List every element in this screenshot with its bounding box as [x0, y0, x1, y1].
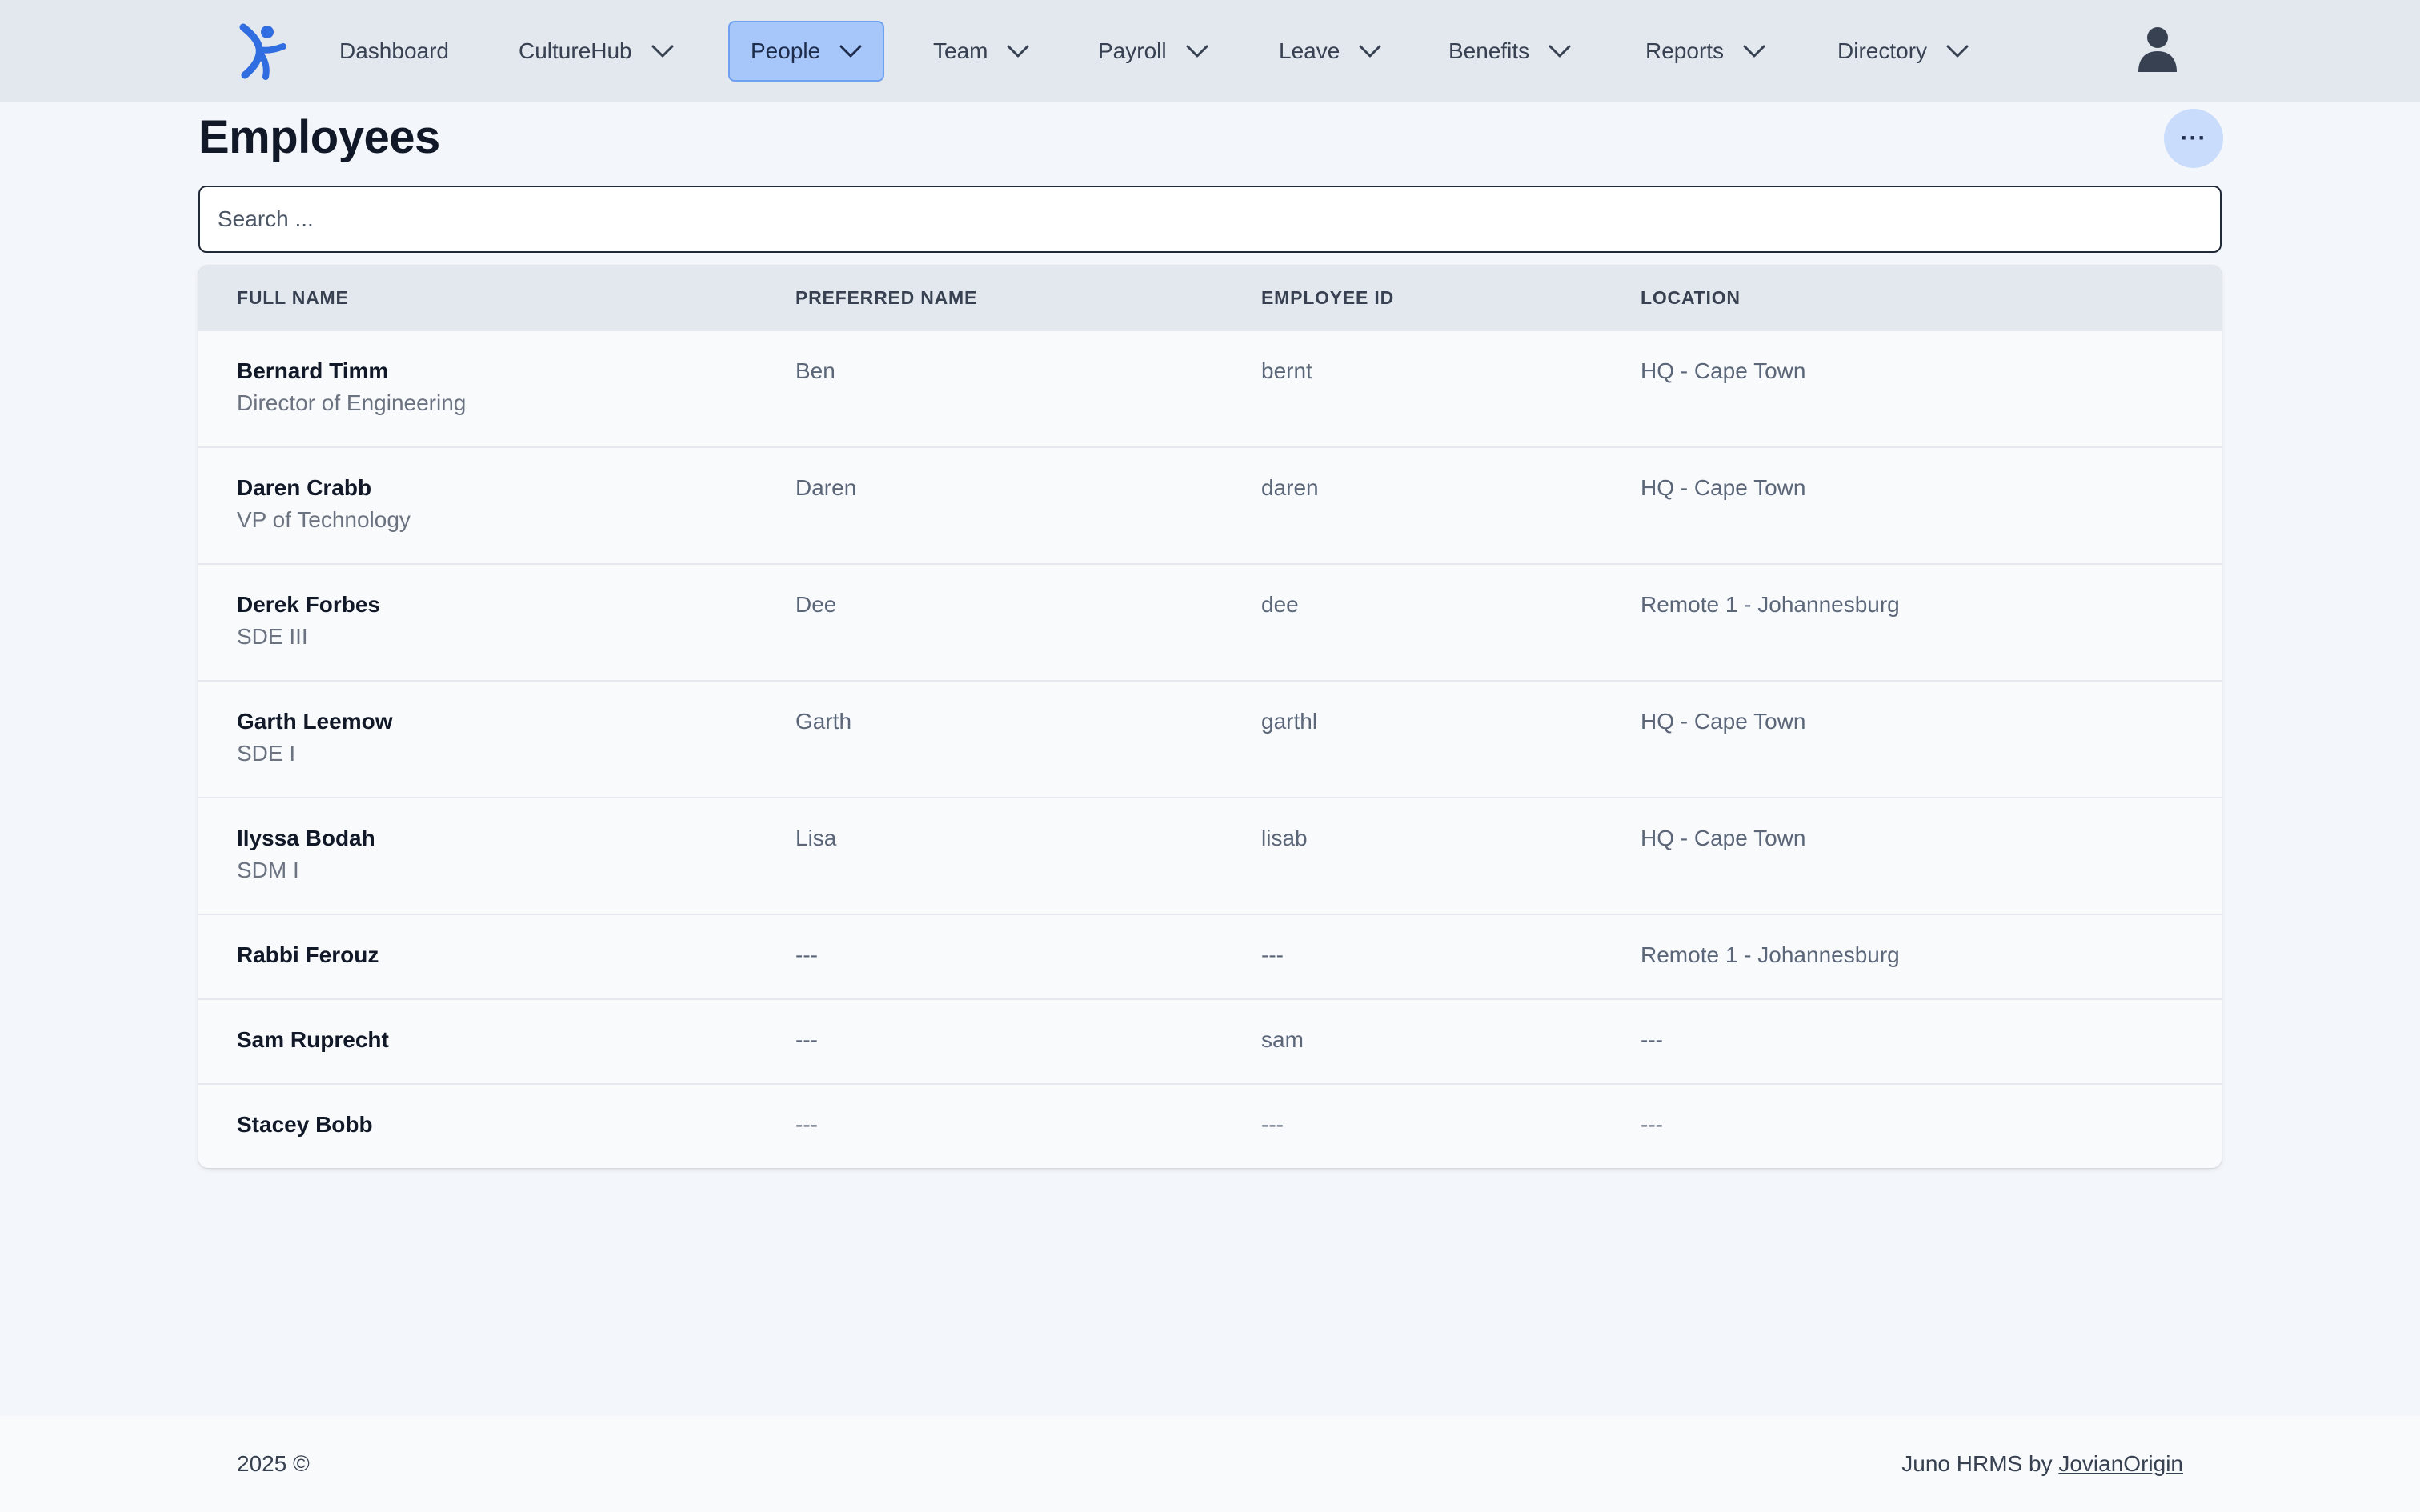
table-row[interactable]: Rabbi Ferouz --- --- Remote 1 - Johannes… [198, 914, 2222, 998]
nav-people-label: People [751, 38, 821, 63]
employee-id: lisab [1261, 826, 1308, 850]
nav-reports[interactable]: Reports [1625, 21, 1786, 82]
employee-full-name[interactable]: Bernard Timm [237, 358, 388, 384]
more-options-button[interactable]: ··· [2164, 109, 2223, 168]
nav-culturehub[interactable]: CultureHub [498, 21, 695, 82]
employee-preferred-name: Dee [795, 592, 837, 617]
footer-company-link[interactable]: JovianOrigin [2058, 1451, 2183, 1476]
table-row[interactable]: Daren Crabb VP of Technology Daren daren… [198, 446, 2222, 563]
employee-id: --- [1261, 942, 1284, 967]
employee-full-name[interactable]: Daren Crabb [237, 475, 371, 501]
footer-credit-text: Juno HRMS by [1901, 1451, 2053, 1476]
column-header-preferred-name: PREFERRED NAME [795, 287, 978, 308]
chevron-down-icon [1359, 45, 1381, 58]
search-input[interactable] [198, 186, 2222, 253]
table-header: FULL NAME PREFERRED NAME EMPLOYEE ID LOC… [198, 266, 2222, 330]
employee-preferred-name: Lisa [795, 826, 837, 850]
nav-team[interactable]: Team [912, 21, 1050, 82]
nav-reports-label: Reports [1645, 38, 1725, 63]
nav-payroll-label: Payroll [1098, 38, 1167, 63]
nav-directory[interactable]: Directory [1817, 21, 1989, 82]
nav-directory-label: Directory [1837, 38, 1928, 63]
employee-preferred-name: --- [795, 942, 818, 967]
table-row[interactable]: Garth Leemow SDE I Garth garthl HQ - Cap… [198, 680, 2222, 797]
nav-payroll[interactable]: Payroll [1077, 21, 1229, 82]
employee-preferred-name: Ben [795, 358, 835, 383]
employee-job-title: VP of Technology [237, 507, 411, 532]
employee-job-title: Director of Engineering [237, 390, 467, 415]
employee-location: --- [1641, 1027, 1663, 1052]
column-header-location: LOCATION [1641, 287, 1741, 308]
employee-full-name[interactable]: Stacey Bobb [237, 1112, 373, 1138]
more-options-icon: ··· [2180, 125, 2207, 151]
employee-location: HQ - Cape Town [1641, 826, 1806, 850]
nav-benefits-label: Benefits [1448, 38, 1530, 63]
footer: 2025 © Juno HRMS by JovianOrigin [0, 1416, 2420, 1512]
employee-location: Remote 1 - Johannesburg [1641, 592, 1900, 617]
employee-id: sam [1261, 1027, 1304, 1052]
nav-leave[interactable]: Leave [1258, 21, 1402, 82]
nav-leave-label: Leave [1279, 38, 1340, 63]
employee-location: HQ - Cape Town [1641, 709, 1806, 734]
nav-dashboard-label: Dashboard [339, 38, 449, 63]
chevron-down-icon [1946, 45, 1969, 58]
nav-dashboard[interactable]: Dashboard [319, 21, 470, 82]
footer-credit: Juno HRMS by JovianOrigin [1901, 1451, 2183, 1477]
page-title: Employees [198, 111, 440, 163]
chevron-down-icon [839, 45, 862, 58]
nav-culturehub-label: CultureHub [519, 38, 632, 63]
juno-logo-icon[interactable] [237, 22, 288, 80]
employee-preferred-name: --- [795, 1112, 818, 1137]
employee-preferred-name: --- [795, 1027, 818, 1052]
employee-location: --- [1641, 1112, 1663, 1137]
employee-id: dee [1261, 592, 1299, 617]
nav-benefits[interactable]: Benefits [1428, 21, 1592, 82]
nav-team-label: Team [933, 38, 988, 63]
employee-preferred-name: Daren [795, 475, 857, 500]
user-icon[interactable] [2137, 26, 2178, 74]
employee-job-title: SDM I [237, 858, 299, 882]
employee-full-name[interactable]: Derek Forbes [237, 592, 380, 618]
employee-full-name[interactable]: Rabbi Ferouz [237, 942, 379, 968]
chevron-down-icon [1007, 45, 1029, 58]
employees-table: FULL NAME PREFERRED NAME EMPLOYEE ID LOC… [198, 266, 2222, 1168]
table-row[interactable]: Stacey Bobb --- --- --- [198, 1083, 2222, 1168]
chevron-down-icon [651, 45, 674, 58]
employee-location: Remote 1 - Johannesburg [1641, 942, 1900, 967]
employee-job-title: SDE III [237, 624, 308, 649]
employee-full-name[interactable]: Sam Ruprecht [237, 1027, 389, 1053]
chevron-down-icon [1186, 45, 1208, 58]
employee-id: --- [1261, 1112, 1284, 1137]
employee-job-title: SDE I [237, 741, 296, 766]
nav-people[interactable]: People [728, 21, 885, 82]
table-row[interactable]: Sam Ruprecht --- sam --- [198, 998, 2222, 1083]
column-header-employee-id: EMPLOYEE ID [1261, 287, 1394, 308]
table-row[interactable]: Bernard Timm Director of Engineering Ben… [198, 330, 2222, 446]
employee-id: garthl [1261, 709, 1318, 734]
employee-location: HQ - Cape Town [1641, 475, 1806, 500]
footer-copyright: 2025 © [237, 1451, 310, 1476]
chevron-down-icon [1549, 45, 1571, 58]
employee-full-name[interactable]: Ilyssa Bodah [237, 826, 375, 851]
employee-full-name[interactable]: Garth Leemow [237, 709, 392, 734]
employee-location: HQ - Cape Town [1641, 358, 1806, 383]
table-row[interactable]: Derek Forbes SDE III Dee dee Remote 1 - … [198, 563, 2222, 680]
employee-preferred-name: Garth [795, 709, 852, 734]
employee-id: daren [1261, 475, 1319, 500]
employee-id: bernt [1261, 358, 1312, 383]
chevron-down-icon [1743, 45, 1765, 58]
column-header-full-name: FULL NAME [237, 287, 349, 308]
top-navbar: Dashboard CultureHub People Team Payroll… [0, 0, 2420, 102]
table-row[interactable]: Ilyssa Bodah SDM I Lisa lisab HQ - Cape … [198, 797, 2222, 914]
